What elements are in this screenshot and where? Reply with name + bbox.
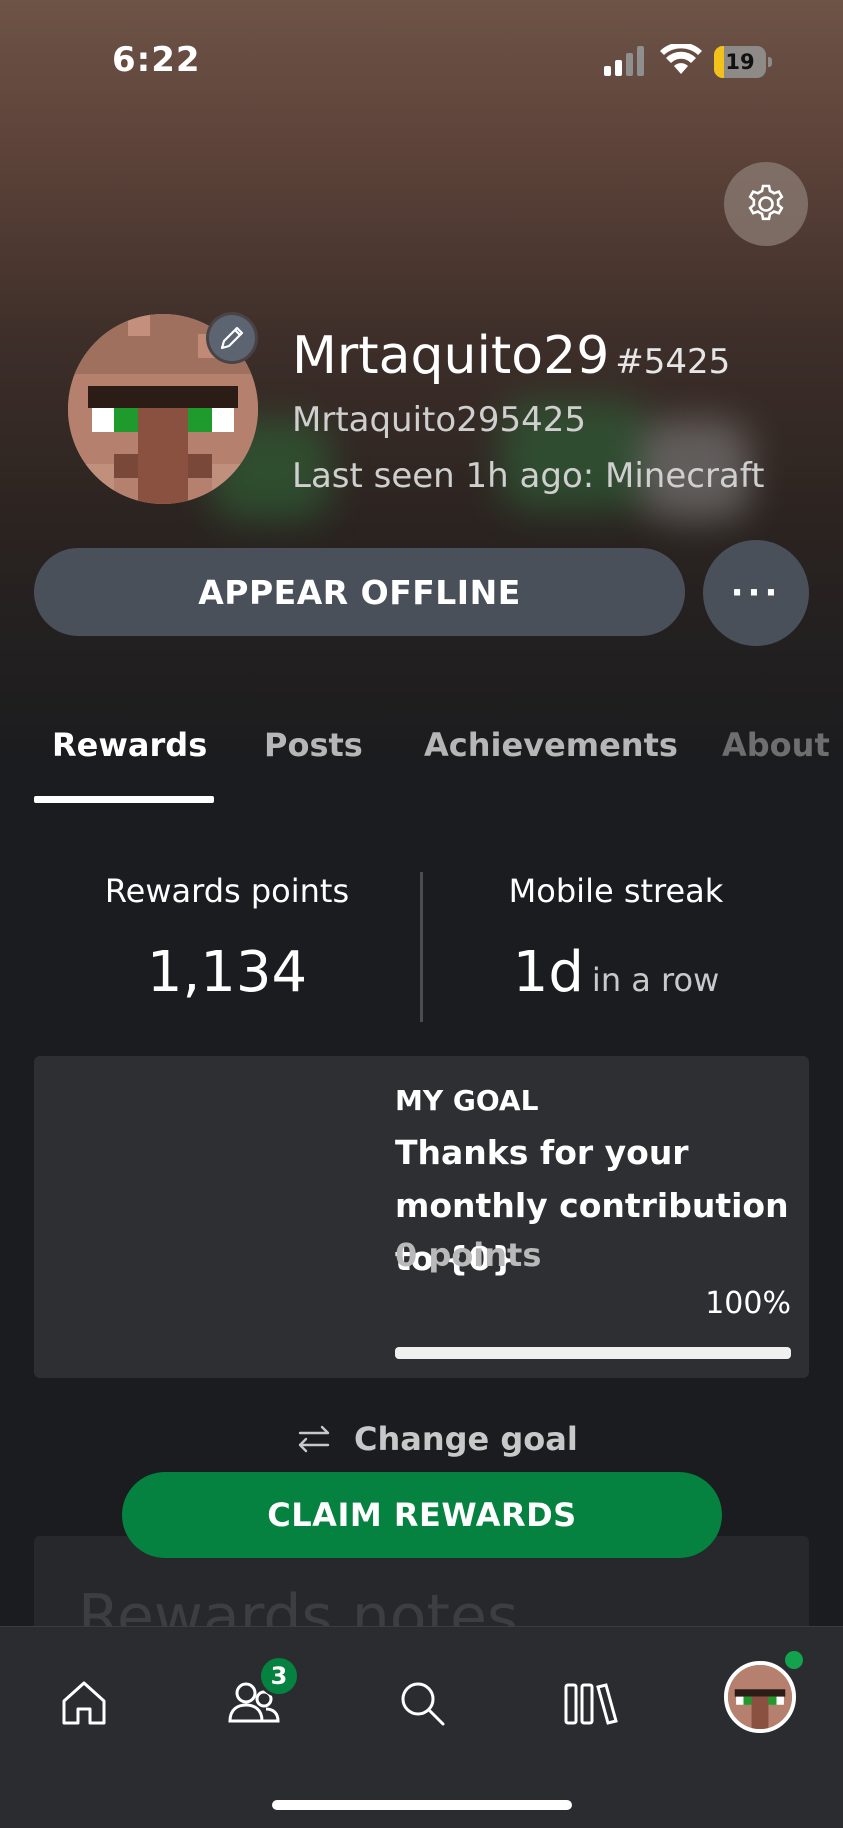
- battery-icon: 19: [714, 46, 772, 78]
- battery-percent: 19: [725, 50, 755, 74]
- settings-button[interactable]: [724, 162, 808, 246]
- tab-about[interactable]: About: [722, 726, 830, 764]
- active-tab-indicator: [34, 796, 214, 803]
- rewards-points-stat: Rewards points 1,134: [37, 872, 417, 1005]
- tab-rewards[interactable]: Rewards: [52, 726, 207, 764]
- claim-rewards-button[interactable]: CLAIM REWARDS: [122, 1472, 722, 1558]
- mobile-streak-label: Mobile streak: [508, 872, 724, 910]
- profile-tabs: Rewards Posts Achievements About: [0, 726, 843, 806]
- my-goal-card[interactable]: MY GOAL Thanks for your monthly contribu…: [34, 1056, 809, 1378]
- profile-avatar-area[interactable]: [68, 312, 258, 504]
- last-seen-status: Last seen 1h ago: Minecraft: [292, 456, 765, 496]
- goal-progress-bar: [395, 1347, 791, 1359]
- change-goal-button[interactable]: Change goal: [296, 1420, 578, 1458]
- gamertag-suffix: #5425: [615, 342, 731, 382]
- gamertag: Mrtaquito29 #5425: [292, 326, 730, 386]
- rewards-points-value: 1,134: [146, 940, 308, 1005]
- wifi-icon: [660, 44, 702, 74]
- tab-posts[interactable]: Posts: [264, 726, 363, 764]
- rewards-points-label: Rewards points: [104, 872, 350, 910]
- gamertag-name: Mrtaquito29: [292, 326, 610, 386]
- stat-divider: [420, 872, 423, 1022]
- nav-friends[interactable]: 3: [212, 1655, 300, 1745]
- mobile-streak-value-line: 1d in a row: [426, 940, 806, 1005]
- home-indicator[interactable]: [272, 1800, 572, 1810]
- search-icon: [401, 1682, 445, 1726]
- online-status-dot: [785, 1651, 803, 1669]
- library-icon: [564, 1683, 618, 1725]
- home-icon: [62, 1681, 106, 1725]
- bottom-navigation: 3: [0, 1626, 843, 1828]
- goal-progress-fill: [395, 1347, 791, 1359]
- edit-avatar-button[interactable]: [206, 312, 258, 364]
- friends-notification-badge: 3: [258, 1655, 300, 1697]
- nav-library[interactable]: [548, 1661, 632, 1745]
- mobile-streak-stat: Mobile streak 1d in a row: [426, 872, 806, 1005]
- cellular-signal-icon: [604, 46, 644, 76]
- mobile-streak-value: 1d: [512, 940, 584, 1005]
- status-bar: 6:22 19: [0, 0, 843, 120]
- status-time: 6:22: [112, 40, 201, 80]
- goal-percent: 100%: [705, 1286, 791, 1321]
- pencil-icon: [220, 326, 244, 350]
- change-goal-label: Change goal: [354, 1420, 578, 1458]
- gear-icon: [748, 184, 784, 221]
- goal-points: 0 points: [395, 1236, 542, 1274]
- more-options-button[interactable]: ···: [703, 540, 809, 646]
- nav-search[interactable]: [380, 1661, 464, 1745]
- mobile-streak-unit: in a row: [591, 961, 720, 999]
- nav-profile-avatar[interactable]: [724, 1661, 796, 1733]
- swap-arrows-icon: [298, 1425, 330, 1453]
- real-name: Mrtaquito295425: [292, 400, 586, 440]
- tab-achievements[interactable]: Achievements: [424, 726, 678, 764]
- nav-home[interactable]: [42, 1661, 126, 1745]
- appear-offline-button[interactable]: APPEAR OFFLINE: [34, 548, 685, 636]
- goal-heading: MY GOAL: [395, 1084, 539, 1117]
- villager-face-image: [728, 1665, 792, 1729]
